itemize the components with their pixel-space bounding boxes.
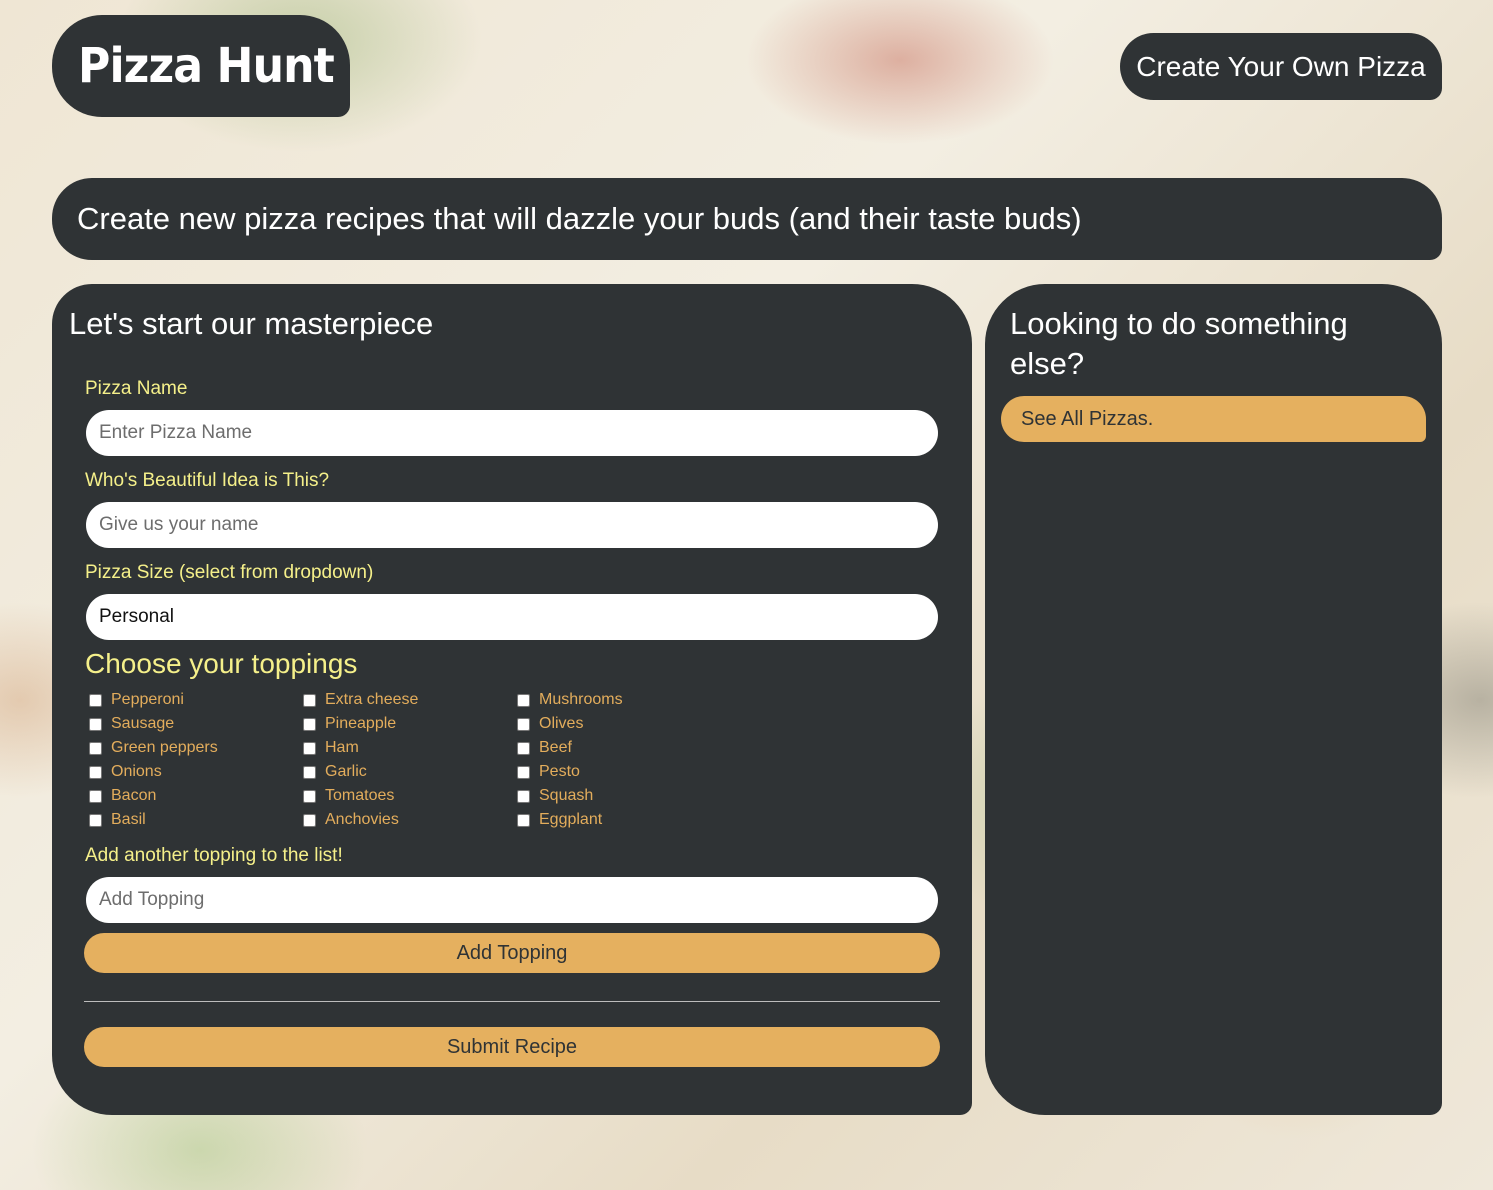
author-name-input[interactable] [86,502,938,548]
topping-label: Basil [111,811,146,828]
side-panel: Looking to do something else? See All Pi… [985,284,1442,1115]
logo-text: Pizza Hunt [78,38,335,94]
topping-checkbox[interactable] [303,789,316,803]
topping-label: Onions [111,763,162,780]
topping-label: Garlic [325,763,367,780]
form-divider [84,1001,940,1002]
topping-checkbox[interactable] [89,765,102,779]
topping-checkbox[interactable] [517,813,530,827]
add-topping-label: Add another topping to the list! [85,845,343,866]
form-title: Let's start our masterpiece [69,306,434,341]
topping-label: Squash [539,787,594,804]
topping-checkbox[interactable] [303,741,316,755]
recipe-form-panel: Let's start our masterpiece Pizza Name W… [52,284,972,1115]
pizza-name-input[interactable] [86,410,938,456]
size-label: Pizza Size (select from dropdown) [85,562,374,583]
topping-option[interactable]: Ham [302,737,359,759]
logo[interactable]: Pizza Hunt [52,15,350,117]
topping-checkbox[interactable] [89,693,102,707]
topping-checkbox[interactable] [303,813,316,827]
topping-label: Sausage [111,715,175,732]
topping-label: Eggplant [539,811,603,828]
topping-label: Olives [539,715,584,732]
topping-checkbox[interactable] [89,789,102,803]
topping-option[interactable]: Sausage [88,713,174,735]
topping-checkbox[interactable] [303,765,316,779]
topping-option[interactable]: Garlic [302,761,367,783]
topping-checkbox[interactable] [517,789,530,803]
topping-checkbox[interactable] [517,765,530,779]
side-title: Looking to do something else? [1010,306,1348,381]
pizza-size-select[interactable]: Personal [86,594,938,640]
topping-label: Extra cheese [325,691,419,708]
topping-checkbox[interactable] [303,693,316,707]
topping-option[interactable]: Green peppers [88,737,218,759]
author-label: Who's Beautiful Idea is This? [85,470,330,491]
topping-option[interactable]: Pepperoni [88,689,184,711]
topping-checkbox[interactable] [517,717,530,731]
pizza-size-value: Personal [99,606,174,627]
add-topping-button[interactable]: Add Topping [84,933,940,973]
topping-option[interactable]: Pesto [516,761,580,783]
topping-option[interactable]: Tomatoes [302,785,394,807]
topping-checkbox[interactable] [517,693,530,707]
topping-label: Mushrooms [539,691,623,708]
topping-checkbox[interactable] [89,741,102,755]
toppings-title: Choose your toppings [85,648,358,679]
topping-option[interactable]: Olives [516,713,583,735]
topping-label: Beef [539,739,572,756]
topping-label: Pesto [539,763,580,780]
topping-label: Tomatoes [325,787,395,804]
topping-option[interactable]: Pineapple [302,713,396,735]
topping-option[interactable]: Squash [516,785,593,807]
topping-option[interactable]: Onions [88,761,162,783]
add-topping-input[interactable] [86,877,938,923]
topping-checkbox[interactable] [303,717,316,731]
topping-option[interactable]: Mushrooms [516,689,623,711]
create-pizza-link[interactable]: Create Your Own Pizza [1120,33,1442,100]
topping-option[interactable]: Eggplant [516,809,602,831]
topping-option[interactable]: Basil [88,809,146,831]
topping-checkbox[interactable] [89,717,102,731]
topping-label: Bacon [111,787,157,804]
topping-option[interactable]: Anchovies [302,809,399,831]
tagline: Create new pizza recipes that will dazzl… [52,178,1442,260]
topping-label: Pineapple [325,715,397,732]
submit-recipe-button[interactable]: Submit Recipe [84,1027,940,1067]
topping-checkbox[interactable] [89,813,102,827]
topping-option[interactable]: Bacon [88,785,156,807]
topping-option[interactable]: Extra cheese [302,689,418,711]
topping-checkbox[interactable] [517,741,530,755]
see-all-pizzas-link[interactable]: See All Pizzas. [1001,396,1426,442]
topping-label: Ham [325,739,359,756]
topping-label: Green peppers [111,739,218,756]
topping-option[interactable]: Beef [516,737,572,759]
topping-label: Anchovies [325,811,399,828]
topping-label: Pepperoni [111,691,184,708]
pizza-name-label: Pizza Name [85,378,188,399]
